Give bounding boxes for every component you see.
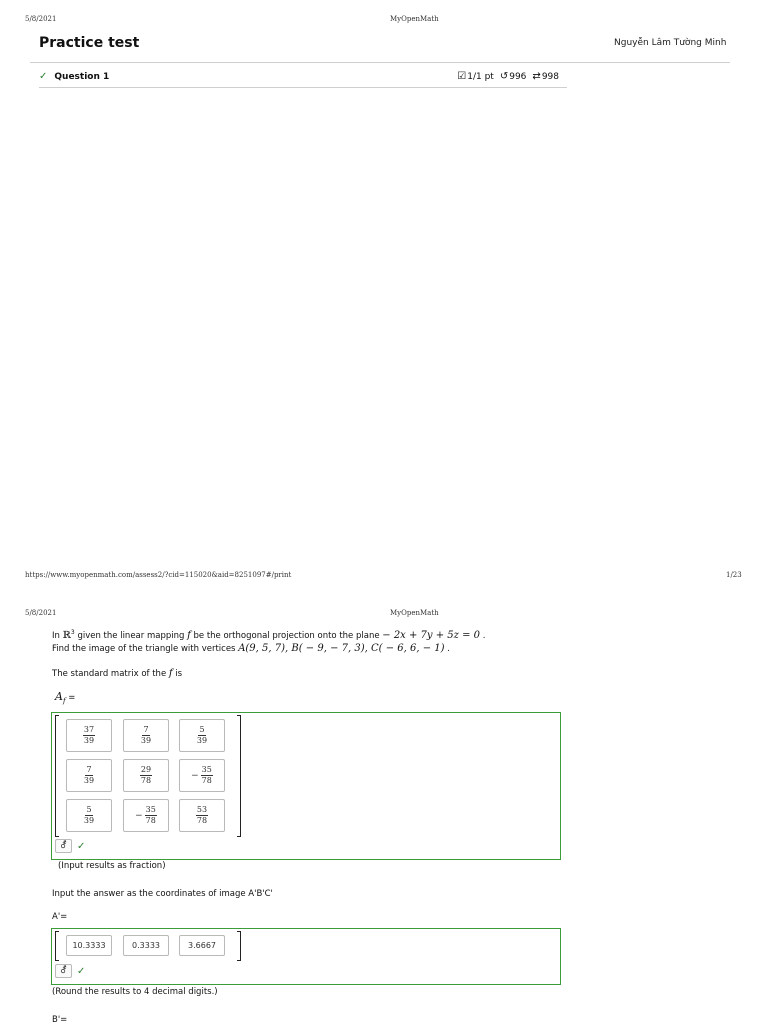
retry-icon: ↺ (499, 71, 509, 82)
print-url: https://www.myopenmath.com/assess2/?cid=… (25, 571, 292, 579)
problem-text: . (480, 630, 486, 641)
denominator: 78 (145, 816, 156, 825)
math-space: ℝ (62, 629, 71, 641)
user-name[interactable]: Nguyễn Lâm Tường Minh (614, 38, 726, 48)
denominator: 39 (140, 736, 152, 745)
rounding-note: (Round the results to 4 decimal digits.) (52, 987, 218, 997)
a-prime-x-input[interactable]: 10.3333 (66, 935, 112, 956)
score-group: ☑1/1 pt (457, 71, 494, 82)
print-page-number: 1/23 (726, 571, 742, 579)
matrix-answer-icons: ⚦ ✓ (55, 839, 85, 853)
matrix-cell-input[interactable]: 53 78 (179, 799, 225, 832)
matrix-label: Af = (55, 690, 75, 705)
problem-text: The standard matrix of the (52, 669, 169, 679)
attempts-count: 998 (541, 72, 559, 82)
math-matrix-name: A (55, 690, 63, 703)
question-title[interactable]: Question 1 (54, 72, 109, 82)
problem-text: In (52, 630, 63, 641)
denominator: 78 (140, 776, 152, 785)
fraction: 29 78 (139, 765, 153, 785)
matrix-left-bracket (55, 715, 59, 837)
fraction: 7 39 (84, 766, 94, 785)
attempt-group: ⇄998 (532, 71, 559, 82)
print-date-page2: 5/8/2021 (25, 609, 57, 617)
question-score: 1/1 pt (467, 72, 494, 82)
a-prime-label: A'= (52, 912, 68, 922)
repeat-icon: ⇄ (532, 71, 541, 82)
problem-text: . (444, 644, 450, 654)
matrix-cell-input[interactable]: 7 39 (123, 719, 169, 752)
matrix-cell-input[interactable]: 5 39 (66, 799, 112, 832)
a-prime-y-input[interactable]: 0.3333 (123, 935, 169, 956)
fraction: 35 78 (200, 765, 213, 785)
matrix-right-bracket (237, 715, 241, 837)
coordinates-instruction: Input the answer as the coordinates of i… (52, 889, 273, 899)
print-site-name: MyOpenMath (390, 15, 439, 23)
check-icon: ✓ (77, 840, 86, 852)
b-prime-label: B'= (52, 1015, 68, 1024)
a-prime-answer-box: 10.3333 0.3333 3.6667 ⚦ ✓ (51, 928, 561, 985)
matrix-cell-input[interactable]: 7 39 (66, 759, 112, 792)
problem-text: be the orthogonal projection onto the pl… (190, 630, 383, 641)
minus-sign: − (135, 810, 143, 821)
header-divider (30, 62, 730, 63)
fraction: 37 39 (82, 725, 96, 745)
numerator: 7 (85, 765, 93, 776)
matrix-cell-input[interactable]: 29 78 (123, 759, 169, 792)
fraction: 35 78 (144, 805, 157, 825)
matrix-note: (Input results as fraction) (58, 861, 166, 871)
denominator: 78 (201, 776, 212, 785)
numerator: 5 (198, 725, 206, 736)
matrix-cell-input[interactable]: 5 39 (179, 719, 225, 752)
standard-matrix-prompt: The standard matrix of the f is (52, 668, 182, 679)
denominator: 78 (196, 816, 208, 825)
check-icon: ✓ (77, 965, 86, 977)
a-prime-left-bracket (55, 931, 59, 961)
denominator: 39 (83, 736, 95, 745)
numerator: 35 (200, 765, 213, 776)
denominator: 39 (196, 736, 208, 745)
a-prime-z-input[interactable]: 3.6667 (179, 935, 225, 956)
fraction: 7 39 (141, 726, 151, 745)
matrix-cell-input[interactable]: −35 78 (123, 799, 169, 832)
a-prime-right-bracket (237, 931, 241, 961)
numerator: 53 (195, 805, 209, 816)
problem-statement-line1: In ℝ3 given the linear mapping f be the … (52, 629, 485, 641)
triangle-vertices: A(9, 5, 7), B( − 9, − 7, 3), C( − 6, 6, … (238, 643, 445, 654)
question-header[interactable]: ✓ Question 1 ☑1/1 pt ↺996 ⇄998 (39, 66, 567, 88)
fraction: 5 39 (197, 726, 207, 745)
numerator: 29 (139, 765, 153, 776)
print-date: 5/8/2021 (25, 15, 57, 23)
fraction: 53 78 (195, 805, 209, 825)
gender-symbol-icon[interactable]: ⚦ (55, 839, 72, 853)
numerator: 35 (144, 805, 157, 816)
matrix-answer-box: 37 39 7 39 5 39 7 39 29 78−35 78 5 39−35 78 53 78 ⚦ ✓ (51, 712, 561, 860)
matrix-cell-input[interactable]: 37 39 (66, 719, 112, 752)
check-icon: ✓ (39, 71, 48, 82)
checkbox-icon: ☑ (457, 71, 467, 82)
problem-text: is (172, 669, 183, 679)
retry-group: ↺996 (500, 71, 527, 82)
retries-count: 996 (509, 72, 527, 82)
denominator: 39 (83, 816, 95, 825)
page-title: Practice test (39, 35, 140, 51)
minus-sign: − (191, 770, 199, 781)
numerator: 7 (142, 725, 150, 736)
numerator: 37 (82, 725, 96, 736)
print-site-name-page2: MyOpenMath (390, 609, 439, 617)
equals-sign: = (65, 693, 76, 703)
problem-text: Find the image of the triangle with vert… (52, 644, 239, 654)
a-prime-answer-icons: ⚦ ✓ (55, 964, 85, 978)
problem-text: given the linear mapping (74, 630, 188, 641)
plane-equation: − 2x + 7y + 5z = 0 (382, 629, 481, 641)
numerator: 5 (85, 805, 93, 816)
matrix-cell-input[interactable]: −35 78 (179, 759, 225, 792)
fraction: 5 39 (84, 806, 94, 825)
problem-statement-line2: Find the image of the triangle with vert… (52, 643, 450, 654)
denominator: 39 (83, 776, 95, 785)
gender-symbol-icon[interactable]: ⚦ (55, 964, 72, 978)
question-meta: ☑1/1 pt ↺996 ⇄998 (457, 71, 567, 82)
